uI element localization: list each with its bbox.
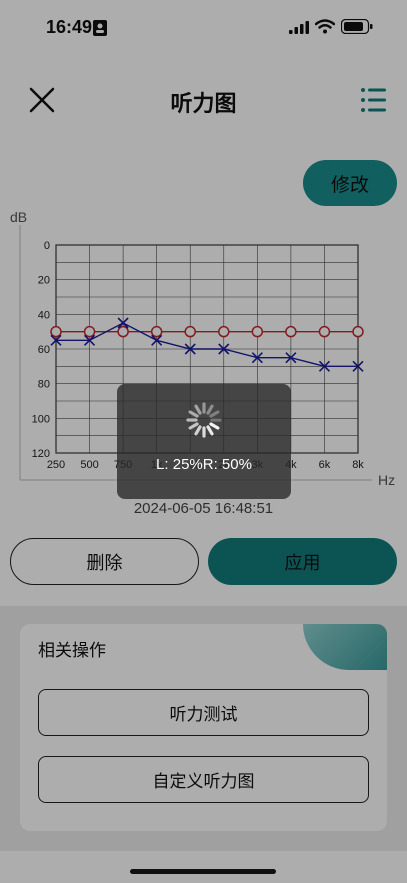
spinner-spoke	[209, 410, 220, 418]
spinner-spoke	[209, 422, 220, 430]
spinner-spoke	[188, 422, 199, 430]
spinner-spoke	[194, 404, 202, 415]
spinner-spoke	[188, 410, 199, 418]
spinner-spoke	[194, 425, 202, 436]
loading-toast: L: 25%R: 50%	[117, 384, 291, 499]
home-indicator	[130, 869, 276, 874]
loading-spinner-icon	[186, 402, 222, 438]
loading-progress-text: L: 25%R: 50%	[156, 456, 252, 473]
spinner-spoke	[206, 404, 214, 415]
spinner-spoke	[206, 425, 214, 436]
